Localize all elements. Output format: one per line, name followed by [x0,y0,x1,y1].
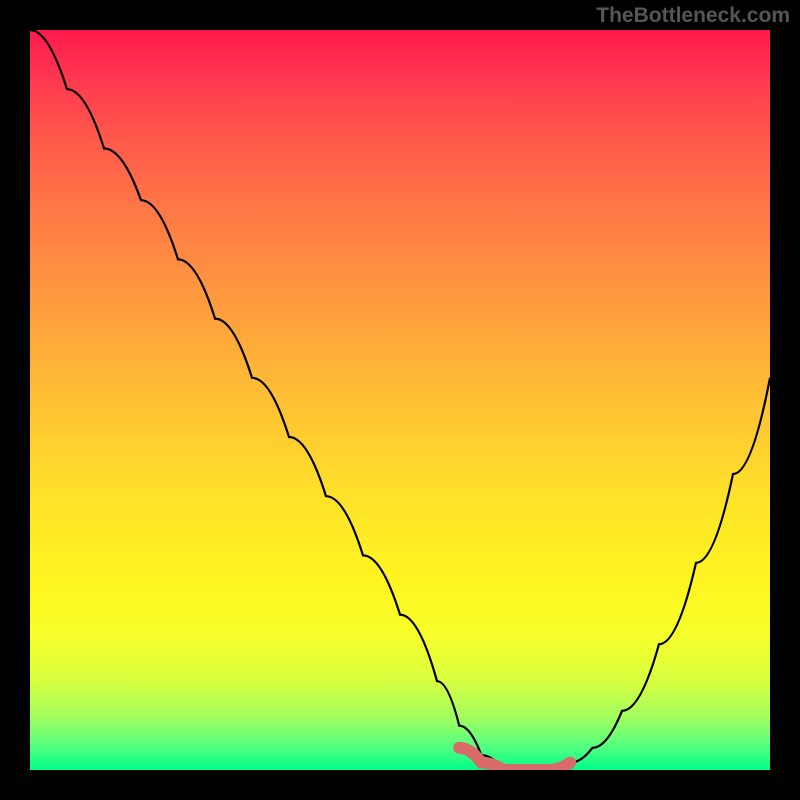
bottleneck-chart [30,30,770,770]
optimal-zone-marker [459,748,570,770]
bottleneck-curve-line [30,30,770,770]
watermark-text: TheBottleneck.com [596,4,790,28]
